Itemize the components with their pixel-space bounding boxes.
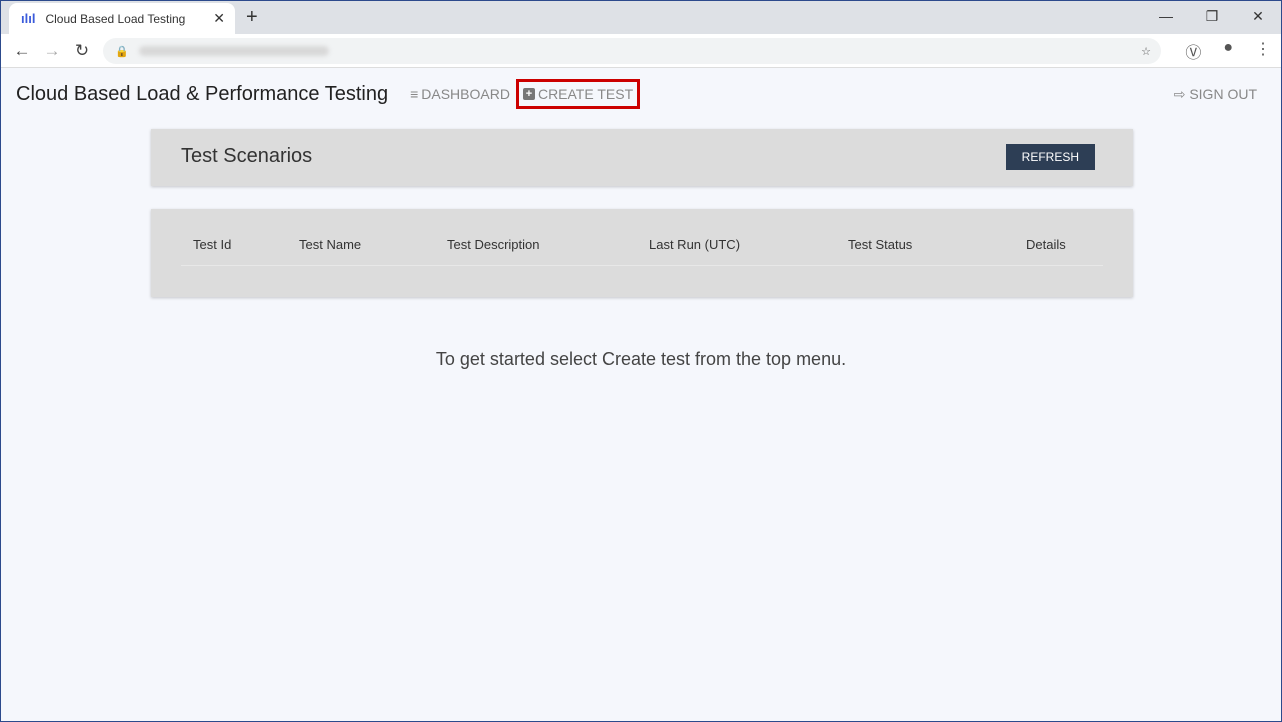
lock-icon: 🔒: [115, 45, 129, 58]
extension-icon[interactable]: Ⓥ: [1185, 39, 1201, 63]
scenarios-header-card: Test Scenarios REFRESH: [151, 129, 1133, 186]
minimize-button[interactable]: —: [1143, 1, 1189, 31]
tests-table: Test Id Test Name Test Description Last …: [151, 209, 1133, 297]
chart-icon: ılıl: [21, 11, 36, 26]
sign-out-icon: ⇨: [1173, 85, 1190, 102]
scenarios-title: Test Scenarios: [181, 145, 313, 167]
url-blurred: [138, 46, 329, 56]
tab-bar: ılıl Cloud Based Load Testing ✕ + — ❐ ✕: [1, 1, 1281, 34]
sign-out-label: SIGN OUT: [1189, 85, 1257, 102]
dashboard-label: DASHBOARD: [421, 86, 510, 102]
new-tab-button[interactable]: +: [246, 6, 258, 29]
close-tab-icon[interactable]: ✕: [213, 10, 225, 27]
col-test-description: Test Description: [447, 237, 540, 252]
bookmark-star-icon[interactable]: ☆: [1141, 45, 1151, 58]
tab-title: Cloud Based Load Testing: [45, 11, 186, 26]
col-details: Details: [1026, 237, 1066, 252]
close-window-button[interactable]: ✕: [1235, 1, 1281, 31]
app-header: Cloud Based Load & Performance Testing ≡…: [1, 68, 1281, 120]
browser-toolbar: ← → ↻ 🔒 ☆ Ⓥ ● ⋮: [1, 34, 1281, 68]
col-test-status: Test Status: [848, 237, 913, 252]
app-title: Cloud Based Load & Performance Testing: [16, 82, 389, 105]
browser-tab[interactable]: ılıl Cloud Based Load Testing ✕: [9, 3, 235, 34]
profile-icon[interactable]: ●: [1223, 39, 1233, 63]
plus-square-icon: +: [522, 88, 535, 100]
menu-icon: ≡: [410, 86, 419, 102]
create-test-label: CREATE TEST: [537, 86, 634, 102]
col-last-run: Last Run (UTC): [649, 237, 741, 252]
table-header: Test Id Test Name Test Description Last …: [181, 231, 1103, 266]
address-bar[interactable]: 🔒 ☆: [103, 38, 1161, 64]
create-test-link[interactable]: + CREATE TEST: [515, 79, 641, 109]
dashboard-link[interactable]: ≡ DASHBOARD: [410, 86, 510, 102]
refresh-button[interactable]: REFRESH: [1005, 144, 1095, 170]
sign-out-link[interactable]: ⇨ SIGN OUT: [1174, 86, 1257, 103]
col-test-name: Test Name: [299, 237, 362, 252]
col-test-id: Test Id: [193, 237, 232, 252]
getting-started-message: To get started select Create test from t…: [435, 349, 847, 369]
back-icon[interactable]: ←: [7, 41, 37, 61]
forward-icon[interactable]: →: [37, 41, 67, 61]
restore-button[interactable]: ❐: [1189, 1, 1235, 31]
reload-icon[interactable]: ↻: [67, 41, 97, 61]
menu-dots-icon[interactable]: ⋮: [1255, 39, 1271, 63]
